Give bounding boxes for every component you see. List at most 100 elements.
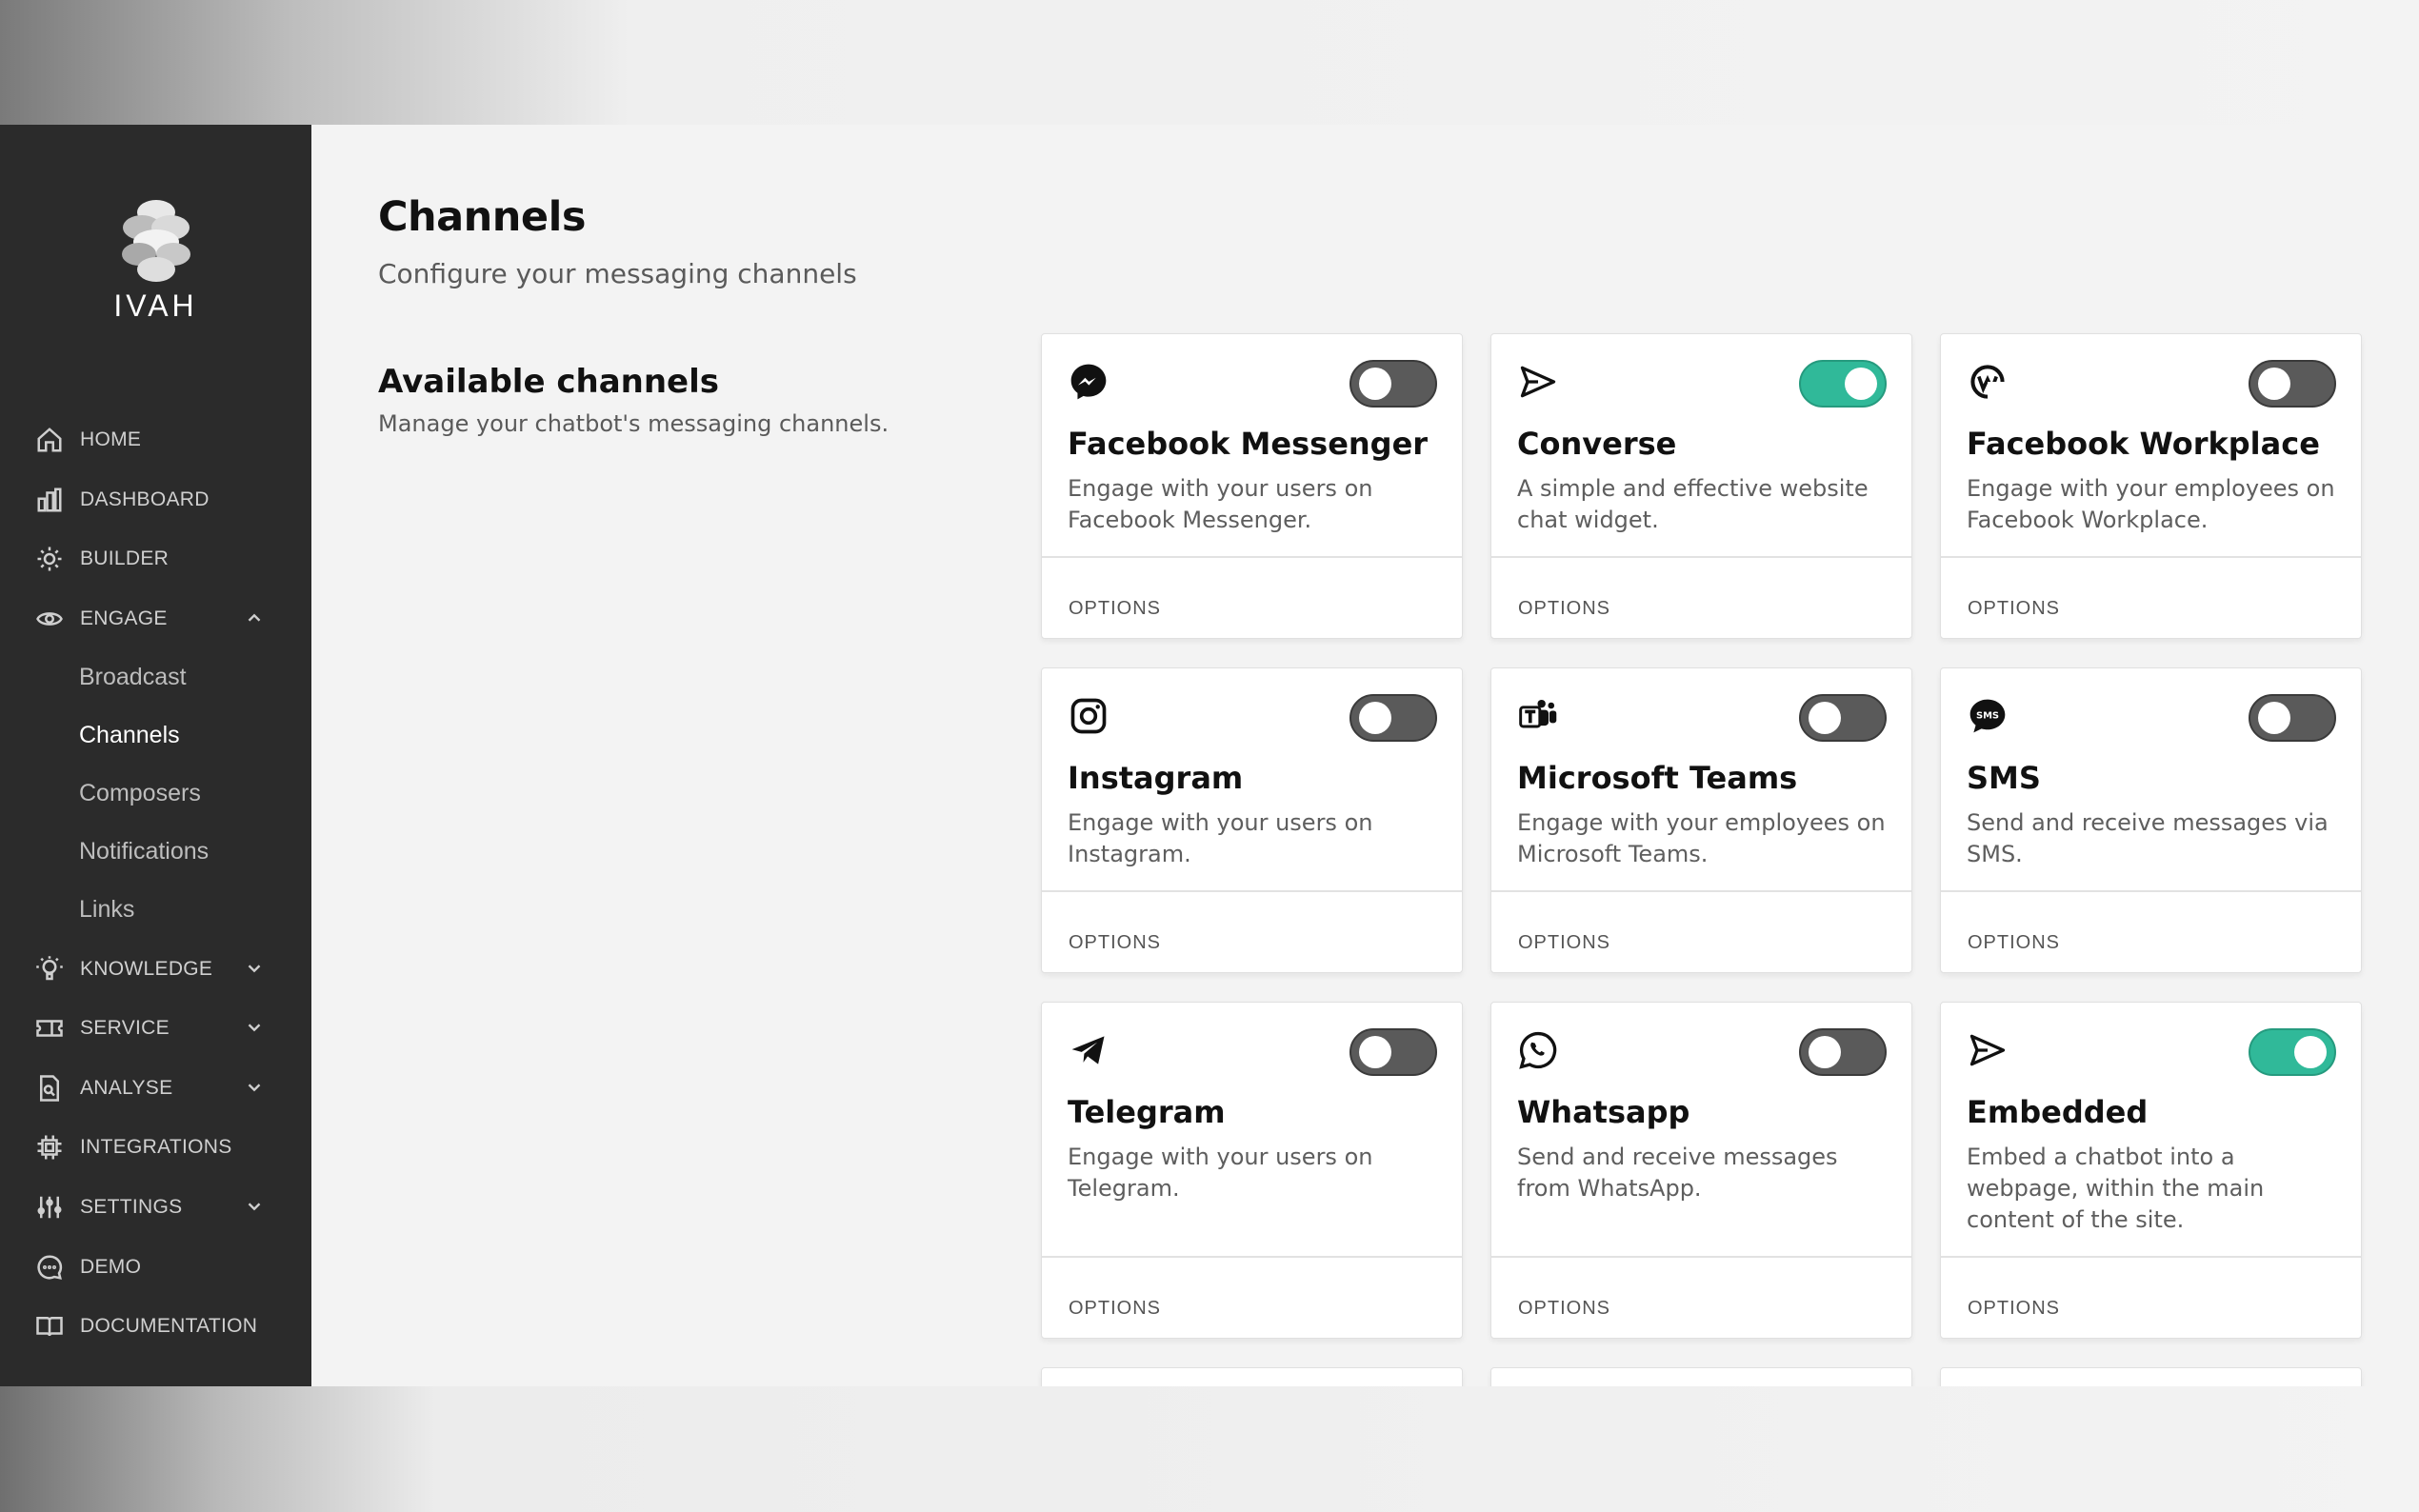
sidebar-subitem-broadcast[interactable]: Broadcast	[0, 648, 311, 706]
channel-description: A simple and effective website chat widg…	[1517, 475, 1869, 533]
home-icon	[34, 425, 65, 455]
channel-card-partial	[1490, 1367, 1912, 1386]
channel-title: Whatsapp	[1517, 1094, 1690, 1130]
toggle-knob	[1359, 702, 1391, 734]
section-title: Available channels	[378, 363, 720, 401]
teams-icon	[1517, 695, 1559, 737]
channel-toggle[interactable]	[1349, 1028, 1437, 1076]
sidebar-item-demo[interactable]: DEMO	[0, 1237, 311, 1297]
channel-description: Engage with your users on Telegram.	[1068, 1144, 1373, 1202]
options-button[interactable]: OPTIONS	[1069, 598, 1161, 620]
options-button[interactable]: OPTIONS	[1518, 1298, 1610, 1320]
card-divider	[1491, 556, 1911, 558]
card-divider	[1491, 890, 1911, 892]
channel-card-partial	[1041, 1367, 1463, 1386]
channel-card-facebook-messenger: Facebook Messenger Engage with your user…	[1041, 333, 1463, 639]
channel-toggle[interactable]	[2249, 694, 2336, 742]
sidebar-item-label: ENGAGE	[80, 607, 168, 630]
page-subtitle: Configure your messaging channels	[378, 258, 857, 289]
chevron-up-icon[interactable]	[244, 607, 267, 630]
channel-description: Engage with your users on Facebook Messe…	[1068, 475, 1373, 533]
channel-description: Engage with your users on Instagram.	[1068, 809, 1373, 867]
channel-toggle[interactable]	[1349, 694, 1437, 742]
channel-toggle[interactable]	[1799, 1028, 1887, 1076]
sidebar-item-builder[interactable]: BUILDER	[0, 529, 311, 589]
send-icon	[1517, 361, 1559, 403]
options-button[interactable]: OPTIONS	[1518, 932, 1610, 954]
toggle-knob	[1809, 702, 1841, 734]
options-button[interactable]: OPTIONS	[1518, 598, 1610, 620]
channel-card-converse: Converse A simple and effective website …	[1490, 333, 1912, 639]
sidebar-item-home[interactable]: HOME	[0, 410, 311, 470]
card-divider	[1042, 1256, 1462, 1258]
sidebar-subitem-channels[interactable]: Channels	[0, 706, 311, 765]
sidebar-item-analyse[interactable]: ANALYSE	[0, 1059, 311, 1119]
channel-description: Engage with your employees on Facebook W…	[1967, 475, 2335, 533]
main-content: Channels Configure your messaging channe…	[311, 125, 2419, 1386]
chat-bubble-icon	[34, 1252, 65, 1283]
options-button[interactable]: OPTIONS	[1968, 598, 2060, 620]
sidebar-subitem-links[interactable]: Links	[0, 881, 311, 939]
channel-card-partial	[1940, 1367, 2362, 1386]
telegram-icon	[1068, 1029, 1110, 1071]
card-divider	[1941, 556, 2361, 558]
ticket-icon	[34, 1013, 65, 1044]
toggle-knob	[1809, 1036, 1841, 1068]
channel-toggle[interactable]	[1799, 694, 1887, 742]
channel-description: Send and receive messages from WhatsApp.	[1517, 1144, 1838, 1202]
card-divider	[1491, 1256, 1911, 1258]
chevron-down-icon[interactable]	[244, 1017, 267, 1040]
sidebar-item-dashboard[interactable]: DASHBOARD	[0, 470, 311, 530]
channel-title: Embedded	[1967, 1094, 2149, 1130]
sidebar-subitem-composers[interactable]: Composers	[0, 765, 311, 823]
sidebar-item-label: BUILDER	[80, 547, 170, 570]
channel-card-embedded: Embedded Embed a chatbot into a webpage,…	[1940, 1002, 2362, 1339]
sidebar-item-service[interactable]: SERVICE	[0, 999, 311, 1059]
card-divider	[1941, 890, 2361, 892]
sidebar-item-engage[interactable]: ENGAGE	[0, 589, 311, 649]
chevron-down-icon[interactable]	[244, 958, 267, 981]
options-button[interactable]: OPTIONS	[1069, 1298, 1161, 1320]
channel-card-instagram: Instagram Engage with your users on Inst…	[1041, 667, 1463, 973]
sidebar: IVAH HOME DASHBOARD BUILDER ENGAGE Broad…	[0, 125, 311, 1386]
options-button[interactable]: OPTIONS	[1069, 932, 1161, 954]
builder-icon	[34, 544, 65, 574]
chip-icon	[34, 1132, 65, 1163]
sidebar-item-settings[interactable]: SETTINGS	[0, 1178, 311, 1238]
channel-toggle[interactable]	[1799, 360, 1887, 408]
options-button[interactable]: OPTIONS	[1968, 1298, 2060, 1320]
toggle-knob	[2258, 368, 2290, 400]
channel-card-whatsapp: Whatsapp Send and receive messages from …	[1490, 1002, 1912, 1339]
toggle-knob	[2258, 702, 2290, 734]
chevron-down-icon[interactable]	[244, 1077, 267, 1100]
svg-text:SMS: SMS	[1976, 710, 1999, 721]
sidebar-item-label: INTEGRATIONS	[80, 1136, 232, 1159]
lightbulb-icon	[34, 954, 65, 985]
channel-toggle[interactable]	[2249, 1028, 2336, 1076]
sidebar-item-documentation[interactable]: DOCUMENTATION	[0, 1297, 311, 1357]
backdrop-top	[0, 0, 2419, 125]
channel-title: Facebook Workplace	[1967, 426, 2320, 462]
logo[interactable]: IVAH	[0, 199, 311, 324]
workplace-icon	[1967, 361, 2009, 403]
options-button[interactable]: OPTIONS	[1968, 932, 2060, 954]
app-window: IVAH HOME DASHBOARD BUILDER ENGAGE Broad…	[0, 125, 2419, 1386]
sidebar-item-integrations[interactable]: INTEGRATIONS	[0, 1118, 311, 1178]
sidebar-item-label: KNOWLEDGE	[80, 957, 213, 980]
section-subtitle: Manage your chatbot's messaging channels…	[378, 410, 890, 437]
chevron-down-icon[interactable]	[244, 1196, 267, 1219]
sidebar-item-knowledge[interactable]: KNOWLEDGE	[0, 939, 311, 999]
sidebar-subitem-notifications[interactable]: Notifications	[0, 823, 311, 881]
backdrop-bottom	[0, 1386, 2419, 1512]
channel-description: Engage with your employees on Microsoft …	[1517, 809, 1886, 867]
channel-title: Converse	[1517, 426, 1677, 462]
sidebar-nav: HOME DASHBOARD BUILDER ENGAGE Broadcast …	[0, 410, 311, 1357]
toggle-knob	[1359, 368, 1391, 400]
channel-card-sms: SMS SMS Send and receive messages via SM…	[1940, 667, 2362, 973]
whatsapp-icon	[1517, 1029, 1559, 1071]
document-search-icon	[34, 1073, 65, 1104]
channel-title: Instagram	[1068, 760, 1244, 796]
channel-toggle[interactable]	[2249, 360, 2336, 408]
channel-card-facebook-workplace: Facebook Workplace Engage with your empl…	[1940, 333, 2362, 639]
channel-toggle[interactable]	[1349, 360, 1437, 408]
